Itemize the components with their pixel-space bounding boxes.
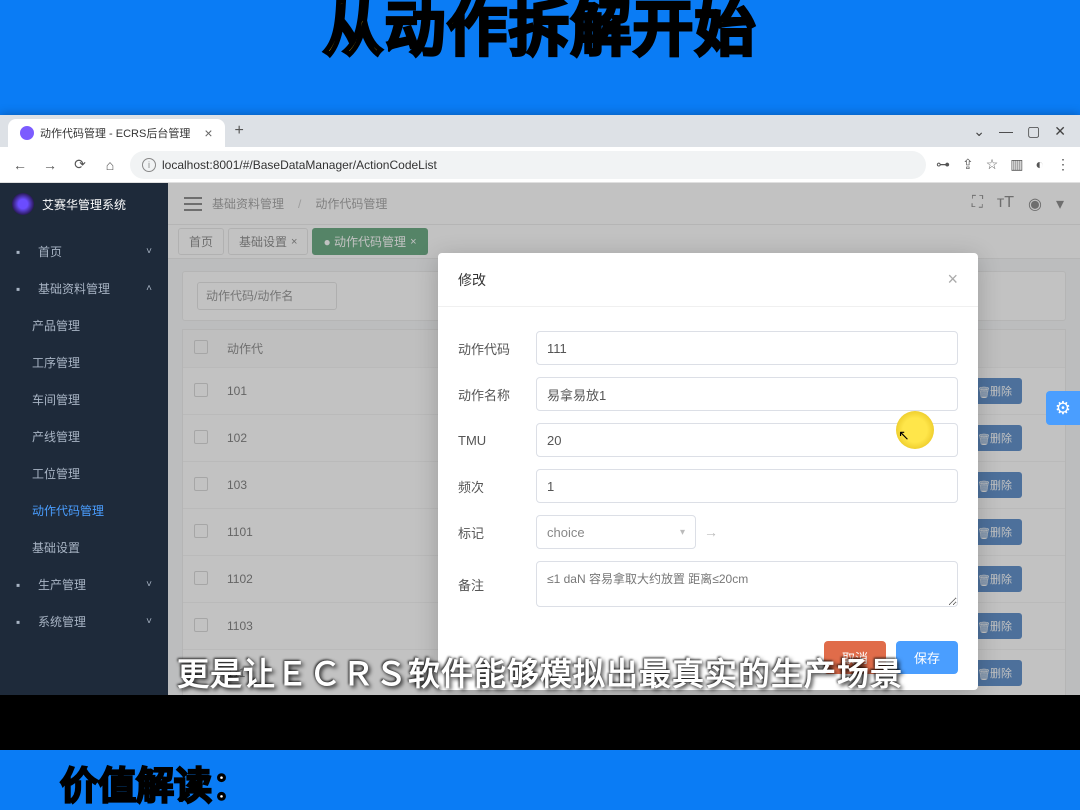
label-name: 动作名称	[458, 385, 536, 404]
main-area: 基础资料管理 / 动作代码管理 ⛶ ᴛT ◉ ▾ 首页基础设置 ×● 动作代码管…	[168, 183, 1080, 695]
key-icon[interactable]: ⊶	[936, 156, 950, 173]
sidebar-label: 动作代码管理	[32, 502, 104, 519]
sidebar: 艾赛华管理系统 ▪ 首页 ˅ ▪ 基础资料管理 ˄ 产品管理工序管理车间管理产线管理工位管理…	[0, 183, 168, 695]
sidebar-item[interactable]: 产线管理	[0, 418, 168, 455]
banner-top: 从动作拆解开始	[0, 0, 1080, 95]
input-name[interactable]	[536, 377, 958, 411]
modal-title: 修改	[458, 270, 486, 290]
site-info-icon[interactable]: i	[142, 158, 156, 172]
back-button[interactable]: ←	[10, 155, 30, 175]
modal-close-icon[interactable]: ×	[947, 269, 958, 290]
logo-icon	[12, 193, 34, 215]
label-note: 备注	[458, 575, 536, 594]
browser-tab-strip: 动作代码管理 - ECRS后台管理 × + ⌄ — ▢ ✕	[0, 115, 1080, 147]
sidebar-item[interactable]: 工序管理	[0, 344, 168, 381]
url-text: localhost:8001/#/BaseDataManager/ActionC…	[162, 158, 437, 172]
sidebar-item[interactable]: 车间管理	[0, 381, 168, 418]
sidebar-label: 工序管理	[32, 354, 80, 371]
app-logo[interactable]: 艾赛华管理系统	[0, 183, 168, 225]
new-tab-button[interactable]: +	[225, 122, 254, 140]
folder-icon: ▪	[16, 282, 30, 296]
tab-close-icon[interactable]: ×	[204, 125, 212, 141]
app-shell: 艾赛华管理系统 ▪ 首页 ˅ ▪ 基础资料管理 ˄ 产品管理工序管理车间管理产线管理工位管理…	[0, 183, 1080, 695]
select-value: choice	[547, 525, 585, 540]
sidebar-label: 系统管理	[38, 613, 86, 630]
chevron-down-icon[interactable]: ⌄	[973, 123, 985, 140]
sidebar-item[interactable]: 动作代码管理	[0, 492, 168, 529]
select-tag[interactable]: choice ▾	[536, 515, 696, 549]
maximize-icon[interactable]: ▢	[1027, 123, 1040, 140]
chevron-icon: ˅	[146, 616, 152, 627]
folder-icon: ▪	[16, 578, 30, 592]
input-freq[interactable]	[536, 469, 958, 503]
reload-button[interactable]: ⟳	[70, 155, 90, 175]
close-icon[interactable]: ✕	[1054, 123, 1066, 140]
footer-label: 价值解读：	[60, 755, 250, 810]
chevron-icon: ˅	[146, 246, 152, 257]
addr-actions: ⊶ ⇪ ☆ ▥ ◐ ⋮	[936, 156, 1070, 173]
modal-header: 修改 ×	[438, 253, 978, 307]
modal-body: 动作代码 动作名称 TMU 频次	[438, 307, 978, 631]
chevron-icon: ˄	[146, 283, 152, 294]
sidebar-item[interactable]: 基础设置	[0, 529, 168, 566]
minimize-icon[interactable]: —	[999, 123, 1013, 140]
label-code: 动作代码	[458, 339, 536, 358]
input-tmu[interactable]	[536, 423, 958, 457]
sidebar-item[interactable]: ▪ 生产管理 ˅	[0, 566, 168, 603]
textarea-note[interactable]	[536, 561, 958, 607]
sidebar-label: 产品管理	[32, 317, 80, 334]
menu-icon[interactable]: ⋮	[1056, 156, 1070, 173]
sidebar-label: 车间管理	[32, 391, 80, 408]
sidebar-item[interactable]: ▪ 系统管理 ˅	[0, 603, 168, 640]
favicon-icon	[20, 126, 34, 140]
app-name: 艾赛华管理系统	[42, 196, 126, 213]
sidebar-item[interactable]: 产品管理	[0, 307, 168, 344]
sidebar-label: 产线管理	[32, 428, 80, 445]
dashboard-icon: ▪	[16, 245, 30, 259]
forward-button[interactable]: →	[40, 155, 60, 175]
browser-window: 动作代码管理 - ECRS后台管理 × + ⌄ — ▢ ✕ ← → ⟳ ⌂ i …	[0, 115, 1080, 695]
sidebar-item[interactable]: 工位管理	[0, 455, 168, 492]
label-tag: 标记	[458, 523, 536, 542]
sidebar-label: 首页	[38, 243, 62, 260]
profile-icon[interactable]: ◐	[1036, 156, 1044, 173]
footer-blue-band: 价值解读：	[0, 750, 1080, 810]
edit-modal: 修改 × 动作代码 动作名称 TMU	[438, 253, 978, 690]
sidebar-label: 基础设置	[32, 539, 80, 556]
sidebar-label: 工位管理	[32, 465, 80, 482]
chevron-down-icon: ▾	[680, 527, 685, 538]
settings-float-icon[interactable]: ⚙	[1046, 391, 1080, 425]
arrow-right-icon[interactable]: →	[704, 524, 718, 540]
home-button[interactable]: ⌂	[100, 155, 120, 175]
monitor-icon: ▪	[16, 615, 30, 629]
label-tmu: TMU	[458, 433, 536, 448]
window-controls: ⌄ — ▢ ✕	[973, 123, 1080, 140]
extension-icon[interactable]: ▥	[1010, 156, 1023, 173]
sidebar-label: 生产管理	[38, 576, 86, 593]
input-code[interactable]	[536, 331, 958, 365]
share-icon[interactable]: ⇪	[962, 156, 974, 173]
sidebar-item[interactable]: ▪ 基础资料管理 ˄	[0, 270, 168, 307]
tab-title: 动作代码管理 - ECRS后台管理	[40, 125, 190, 141]
label-freq: 频次	[458, 477, 536, 496]
video-subtitle: 更是让ＥＣＲＳ软件能够模拟出最真实的生产场景	[0, 649, 1080, 695]
address-bar: ← → ⟳ ⌂ i localhost:8001/#/BaseDataManag…	[0, 147, 1080, 183]
sidebar-menu: ▪ 首页 ˅ ▪ 基础资料管理 ˄ 产品管理工序管理车间管理产线管理工位管理动作代码管理基础…	[0, 225, 168, 640]
browser-tab[interactable]: 动作代码管理 - ECRS后台管理 ×	[8, 119, 225, 147]
chevron-icon: ˅	[146, 579, 152, 590]
sidebar-item[interactable]: ▪ 首页 ˅	[0, 233, 168, 270]
sidebar-label: 基础资料管理	[38, 280, 110, 297]
star-icon[interactable]: ☆	[986, 156, 999, 173]
url-input[interactable]: i localhost:8001/#/BaseDataManager/Actio…	[130, 151, 926, 179]
banner-title: 从动作拆解开始	[323, 0, 757, 60]
